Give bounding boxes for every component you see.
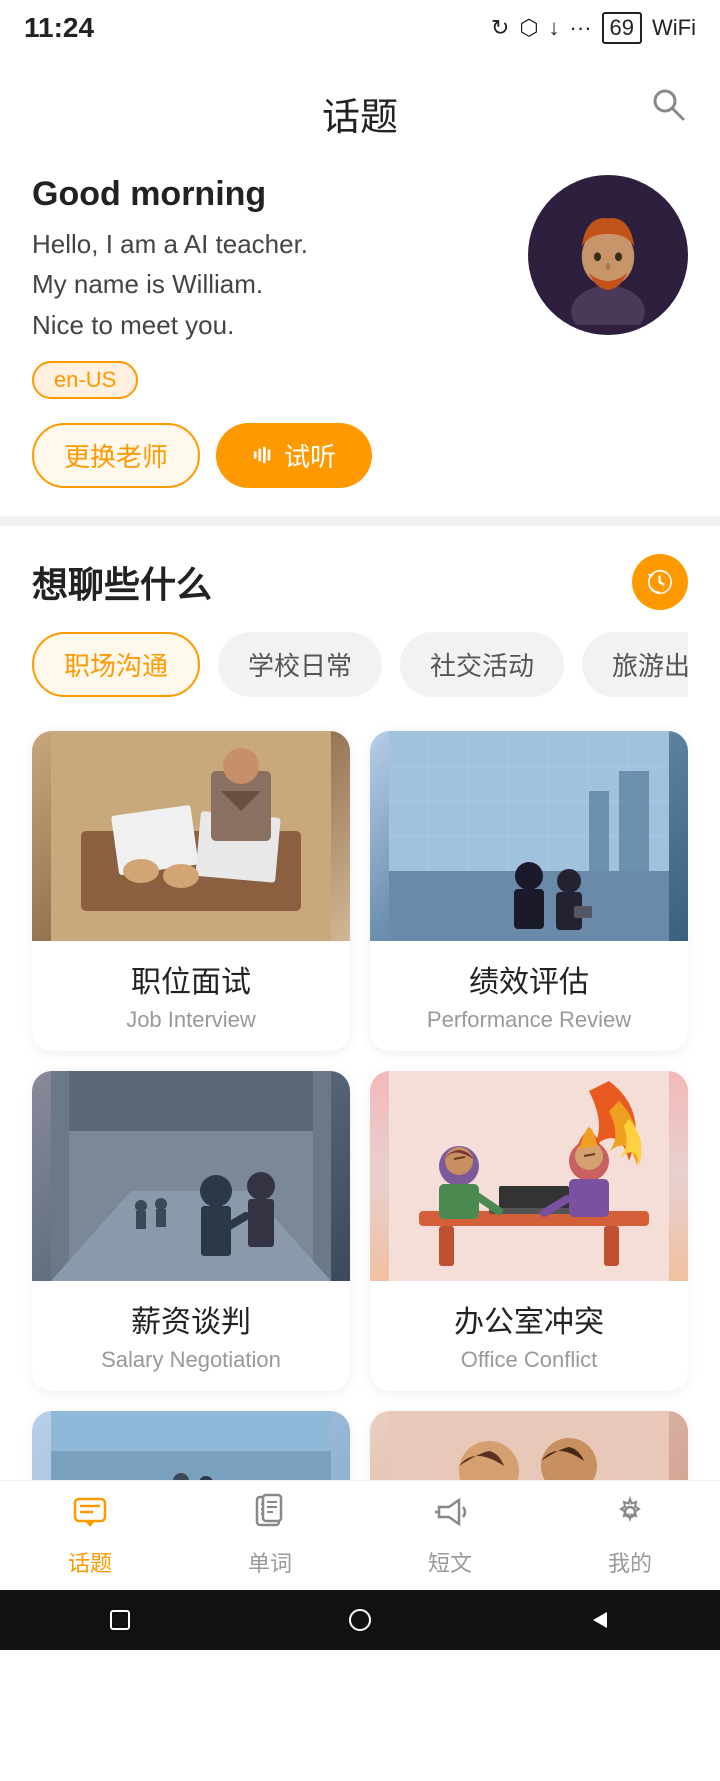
topic-card-office-conflict[interactable]: 办公室冲突 Office Conflict [370, 1071, 688, 1391]
topic-name-zh-2: 绩效评估 [386, 957, 672, 1001]
topic-name-zh-1: 职位面试 [48, 957, 334, 1001]
topic-card-job-interview[interactable]: 职位面试 Job Interview [32, 731, 350, 1051]
android-nav-bar [0, 1590, 720, 1650]
teacher-text: Good morning Hello, I am a AI teacher.My… [32, 175, 508, 488]
language-badge: en-US [32, 361, 138, 399]
topic-grid: 职位面试 Job Interview [32, 721, 688, 1561]
status-bar: 11:24 ↻ ⬡ ↓ ··· 69 WiFi [0, 0, 720, 56]
tab-social[interactable]: 社交活动 [400, 632, 564, 697]
nav-item-articles[interactable]: 短文 [360, 1481, 540, 1590]
status-icons: ↻ ⬡ ↓ ··· 69 WiFi [491, 12, 696, 44]
wifi-icon: WiFi [652, 15, 696, 41]
page-header: 话题 [0, 56, 720, 151]
android-back-button[interactable] [578, 1598, 622, 1642]
tab-travel[interactable]: 旅游出行 [582, 632, 688, 697]
bottom-nav: 话题 单词 短文 [0, 1480, 720, 1590]
topic-name-en-3: Salary Negotiation [48, 1347, 334, 1373]
section-divider [0, 516, 720, 526]
mine-icon [611, 1493, 649, 1540]
download-icon: ↓ [549, 15, 560, 41]
topic-image-office-conflict [370, 1071, 688, 1281]
topics-icon [71, 1493, 109, 1540]
battery-icon: 69 [602, 12, 642, 44]
audition-label: 试听 [284, 437, 336, 474]
sync-icon: ↻ [491, 15, 509, 41]
nav-item-mine[interactable]: 我的 [540, 1481, 720, 1590]
topic-name-zh-3: 薪资谈判 [48, 1297, 334, 1341]
cloud-icon: ⬡ [519, 15, 538, 41]
topic-grid-main: 职位面试 Job Interview [32, 721, 688, 1391]
history-button[interactable] [632, 554, 688, 610]
topic-name-en-1: Job Interview [48, 1007, 334, 1033]
topic-name-en-4: Office Conflict [386, 1347, 672, 1373]
topic-name-zh-4: 办公室冲突 [386, 1297, 672, 1341]
more-icon: ··· [570, 15, 592, 41]
page-title: 话题 [322, 86, 398, 141]
nav-label-words: 单词 [248, 1546, 292, 1578]
nav-item-topics[interactable]: 话题 [0, 1481, 180, 1590]
topics-title: 想聊些什么 [32, 556, 212, 608]
nav-label-mine: 我的 [608, 1546, 652, 1578]
teacher-greeting: Good morning [32, 175, 508, 214]
teacher-intro: Hello, I am a AI teacher.My name is Will… [32, 224, 508, 345]
topic-card-performance-review[interactable]: 绩效评估 Performance Review [370, 731, 688, 1051]
topic-card-body-office-conflict: 办公室冲突 Office Conflict [370, 1281, 688, 1391]
topic-image-job-interview [32, 731, 350, 941]
topic-card-body-performance-review: 绩效评估 Performance Review [370, 941, 688, 1051]
topic-card-body-salary-negotiation: 薪资谈判 Salary Negotiation [32, 1281, 350, 1391]
topic-card-salary-negotiation[interactable]: 薪资谈判 Salary Negotiation [32, 1071, 350, 1391]
topic-image-performance-review [370, 731, 688, 941]
teacher-avatar [528, 175, 688, 335]
category-tabs: 职场沟通 学校日常 社交活动 旅游出行 [32, 632, 688, 697]
tab-workplace[interactable]: 职场沟通 [32, 632, 200, 697]
tab-school[interactable]: 学校日常 [218, 632, 382, 697]
search-button[interactable] [648, 84, 688, 129]
topic-card-body-job-interview: 职位面试 Job Interview [32, 941, 350, 1051]
status-time: 11:24 [24, 12, 94, 44]
android-home-button[interactable] [338, 1598, 382, 1642]
nav-item-words[interactable]: 单词 [180, 1481, 360, 1590]
android-recent-button[interactable] [98, 1598, 142, 1642]
topic-name-en-2: Performance Review [386, 1007, 672, 1033]
topics-header: 想聊些什么 [32, 554, 688, 610]
articles-icon [431, 1493, 469, 1540]
audition-button[interactable]: 试听 [216, 423, 372, 488]
topic-image-salary-negotiation [32, 1071, 350, 1281]
change-teacher-button[interactable]: 更换老师 [32, 423, 200, 488]
teacher-section: Good morning Hello, I am a AI teacher.My… [0, 151, 720, 516]
nav-label-articles: 短文 [428, 1546, 472, 1578]
words-icon [251, 1493, 289, 1540]
teacher-actions: 更换老师 试听 [32, 423, 508, 488]
nav-label-topics: 话题 [68, 1546, 112, 1578]
